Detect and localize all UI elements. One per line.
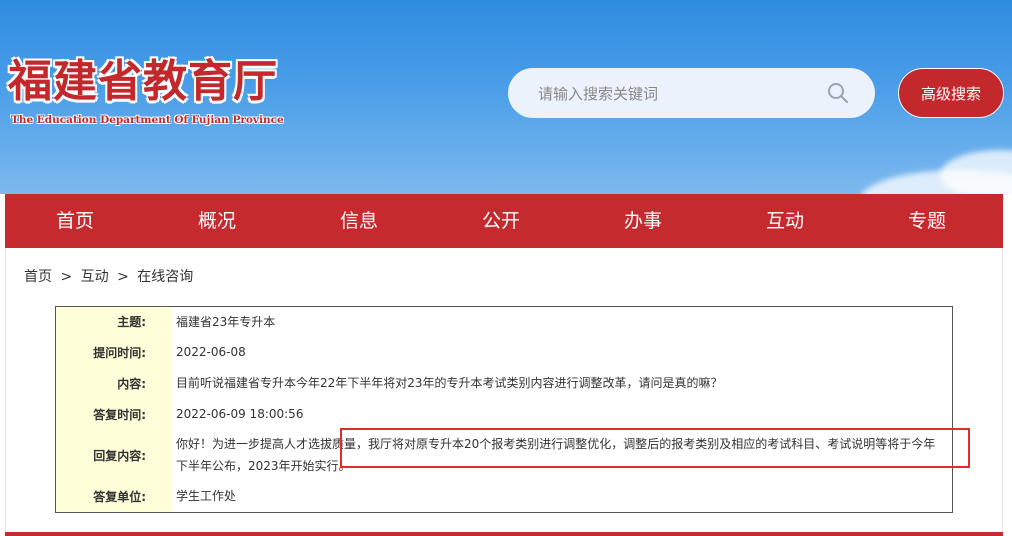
nav-item-overview[interactable]: 概况: [167, 194, 267, 248]
consultation-table: 主题: 福建省23年专升本 提问时间: 2022-06-08 内容: 目前听说福…: [55, 306, 953, 513]
table-row: 主题: 福建省23年专升本: [55, 306, 953, 337]
reply-unit-label: 答复单位:: [55, 480, 172, 513]
breadcrumb-home[interactable]: 首页: [24, 269, 52, 285]
main-nav: 首页 概况 信息 公开 办事 互动 专题: [5, 194, 1003, 248]
content-value: 目前听说福建省专升本今年22年下半年将对23年的专升本考试类别内容进行调整改革，…: [176, 376, 723, 390]
table-row: 答复单位: 学生工作处: [55, 480, 953, 513]
bottom-divider: [5, 532, 1003, 536]
nav-item-services[interactable]: 办事: [593, 194, 693, 248]
reply-content-label: 回复内容:: [55, 429, 172, 481]
content-label: 内容:: [55, 367, 172, 399]
breadcrumb-current: 在线咨询: [137, 269, 194, 285]
breadcrumb: 首页 > 互动 > 在线咨询: [24, 266, 197, 286]
nav-item-topics[interactable]: 专题: [877, 194, 977, 248]
search-icon[interactable]: [826, 81, 850, 105]
nav-item-public[interactable]: 公开: [451, 194, 551, 248]
header-banner: 福建省教育厅 The Education Department Of Fujia…: [0, 0, 1012, 194]
search-box: [508, 68, 875, 120]
search-input[interactable]: [536, 68, 820, 120]
advanced-search-button[interactable]: 高级搜索: [898, 68, 1004, 118]
reply-time-label: 答复时间:: [55, 398, 172, 430]
table-row: 内容: 目前听说福建省专升本今年22年下半年将对23年的专升本考试类别内容进行调…: [55, 367, 953, 399]
reply-unit-value: 学生工作处: [176, 489, 237, 504]
breadcrumb-interaction[interactable]: 互动: [81, 269, 109, 285]
question-time-value: 2022-06-08: [176, 345, 246, 359]
table-row: 答复时间: 2022-06-09 18:00:56: [55, 398, 953, 430]
question-time-label: 提问时间:: [55, 336, 172, 368]
nav-item-interaction[interactable]: 互动: [735, 194, 835, 248]
site-logo-english: The Education Department Of Fujian Provi…: [11, 114, 284, 126]
breadcrumb-separator: >: [117, 269, 129, 285]
table-row: 提问时间: 2022-06-08: [55, 336, 953, 368]
highlight-annotation-box: [340, 428, 970, 468]
breadcrumb-separator: >: [60, 269, 73, 285]
subject-value: 福建省23年专升本: [176, 314, 276, 329]
nav-item-home[interactable]: 首页: [25, 194, 125, 248]
subject-label: 主题:: [55, 306, 172, 337]
reply-time-value: 2022-06-09 18:00:56: [176, 407, 304, 421]
nav-item-info[interactable]: 信息: [309, 194, 409, 248]
cloud-decoration: [940, 150, 1012, 194]
site-logo[interactable]: 福建省教育厅: [8, 54, 278, 110]
